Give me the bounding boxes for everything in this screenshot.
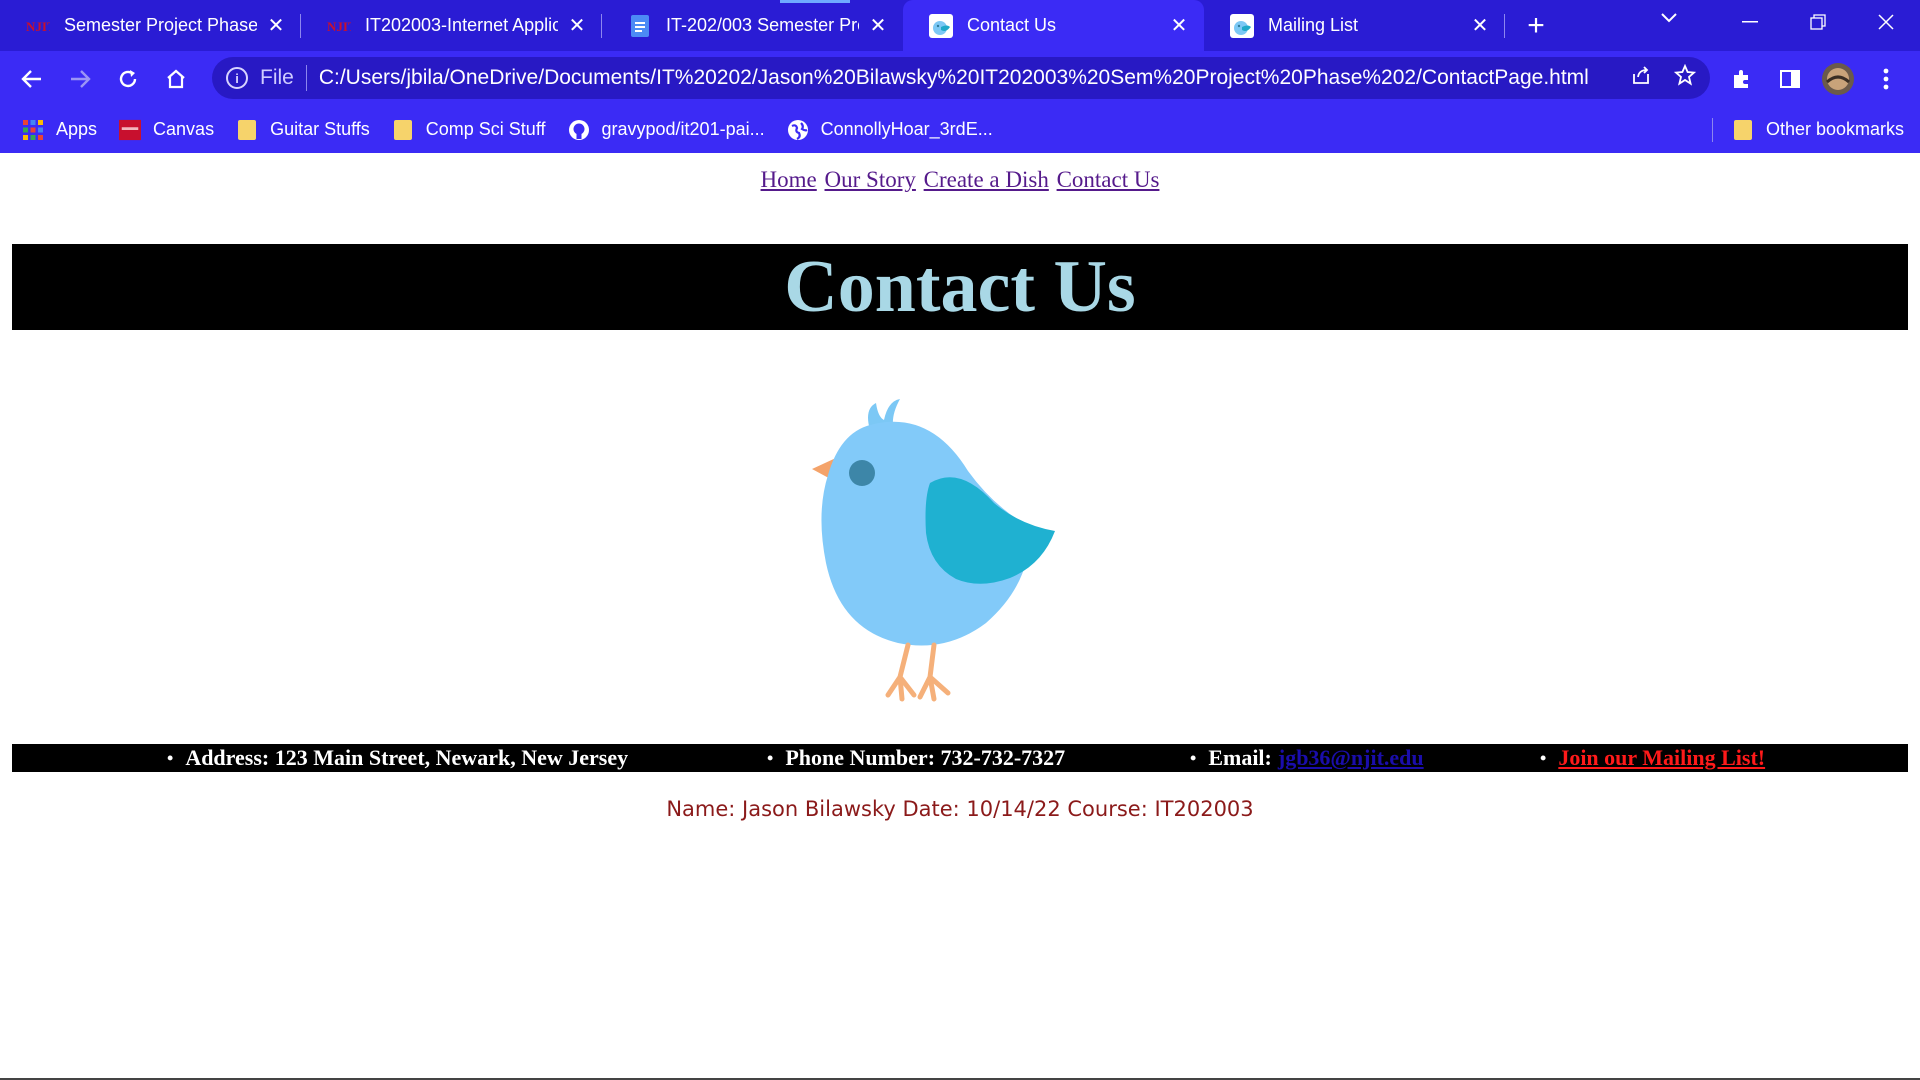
star-icon[interactable] (1673, 63, 1697, 92)
tab-title: IT202003-Internet Applica (365, 15, 558, 35)
tab-it202-semester-project-doc[interactable]: IT-202/003 Semester Proj ✕ (602, 0, 903, 51)
email-item: • Email: jgb36@njit.edu (1190, 744, 1424, 772)
bookmark-gravypod[interactable]: gravypod/it201-pai... (568, 119, 765, 141)
close-icon[interactable]: ✕ (1469, 15, 1491, 37)
email-link[interactable]: jgb36@njit.edu (1278, 745, 1424, 771)
bookmark-label: ConnollyHoar_3rdE... (820, 119, 993, 139)
bookmark-apps[interactable]: Apps (22, 119, 97, 141)
contact-info-bar: • Address: 123 Main Street, Newark, New … (12, 744, 1908, 772)
avatar[interactable] (1814, 55, 1862, 103)
email-label: Email: (1208, 745, 1272, 770)
njit-icon: NJIT (26, 14, 50, 38)
tab-title: IT-202/003 Semester Proj (666, 15, 859, 35)
phone-item: • Phone Number: 732-732-7327 (767, 744, 1065, 772)
close-icon[interactable]: ✕ (867, 15, 889, 37)
menu-icon[interactable] (1862, 55, 1910, 103)
bullet: • (767, 747, 774, 768)
home-icon[interactable] (152, 55, 200, 103)
folder-icon (236, 119, 258, 141)
footer-info: Name: Jason Bilawsky Date: 10/14/22 Cour… (666, 797, 1254, 821)
nav-link-contact-us[interactable]: Contact Us (1057, 167, 1160, 192)
new-tab-button[interactable]: + (1511, 0, 1561, 51)
restore-icon[interactable] (1784, 0, 1852, 44)
bullet: • (1190, 747, 1197, 768)
tab-search-icon[interactable] (1660, 8, 1678, 29)
bookmark-label: Guitar Stuffs (270, 119, 370, 139)
bookmarks-bar: Apps Canvas Guitar Stuffs Comp Sci Stuff… (0, 106, 1920, 153)
divider (305, 65, 307, 91)
github-icon (568, 119, 590, 141)
tab-title: Mailing List (1268, 15, 1359, 35)
bird-icon (1230, 13, 1254, 38)
address-item: • Address: 123 Main Street, Newark, New … (167, 744, 628, 772)
info-icon[interactable]: i (226, 67, 248, 89)
bird-icon (929, 13, 953, 38)
extensions-icon[interactable] (1718, 55, 1766, 103)
bookmark-folder-comp-sci-stuff[interactable]: Comp Sci Stuff (392, 119, 546, 141)
tab-mailing-list[interactable]: Mailing List ✕ (1204, 0, 1505, 51)
svg-text:NJIT: NJIT (26, 19, 50, 34)
tab-strip: NJIT Semester Project Phase 2 ✕ NJIT IT2… (0, 0, 1920, 51)
bookmark-canvas[interactable]: Canvas (119, 119, 214, 141)
page-title-banner: Contact Us (12, 244, 1908, 330)
address-bar[interactable]: i File C:/Users/jbila/OneDrive/Documents… (212, 57, 1710, 99)
tab-it202003-internet-applications[interactable]: NJIT IT202003-Internet Applica ✕ (301, 0, 602, 51)
globe-icon (787, 119, 809, 141)
bookmark-connollyhoar[interactable]: ConnollyHoar_3rdE... (787, 119, 993, 141)
mailing-list-link[interactable]: Join our Mailing List! (1558, 745, 1765, 771)
tab-title: Semester Project Phase 2 (64, 15, 257, 35)
minimize-icon[interactable] (1716, 0, 1784, 44)
mailing-list-item: • Join our Mailing List! (1540, 744, 1765, 772)
bullet: • (167, 747, 174, 768)
close-icon[interactable]: ✕ (566, 15, 588, 37)
reload-icon[interactable] (104, 55, 152, 103)
njit-icon: NJIT (327, 14, 351, 38)
phone-text: Phone Number: 732-732-7327 (785, 745, 1066, 770)
nav-link-our-story[interactable]: Our Story (825, 167, 916, 192)
svg-text:NJIT: NJIT (327, 19, 351, 34)
address-text: Address: 123 Main Street, Newark, New Je… (185, 745, 629, 770)
bookmark-label: Comp Sci Stuff (425, 119, 546, 139)
close-window-icon[interactable] (1852, 0, 1920, 44)
tab-contact-us[interactable]: Contact Us ✕ (903, 0, 1204, 51)
tab-title: Contact Us (967, 15, 1057, 35)
docs-icon (628, 14, 652, 38)
url-text[interactable]: C:/Users/jbila/OneDrive/Documents/IT%202… (319, 66, 1589, 90)
folder-icon (1732, 119, 1754, 141)
bullet: • (1540, 747, 1547, 768)
forward-arrow-icon[interactable] (56, 55, 104, 103)
bookmark-label: Canvas (153, 119, 215, 139)
window-controls (1716, 0, 1920, 44)
bird-illustration (812, 399, 1055, 702)
bookmark-label: Other bookmarks (1765, 119, 1904, 139)
browser-toolbar: i File C:/Users/jbila/OneDrive/Documents… (0, 51, 1920, 106)
bookmark-label: gravypod/it201-pai... (601, 119, 765, 139)
nav-link-home[interactable]: Home (761, 167, 817, 192)
web-page: Home Our Story Create a Dish Contact Us … (0, 153, 1920, 1080)
close-icon[interactable]: ✕ (1168, 15, 1190, 37)
tab-semester-project-phase-2[interactable]: NJIT Semester Project Phase 2 ✕ (0, 0, 301, 51)
share-icon[interactable] (1630, 64, 1652, 92)
page-title: Contact Us (784, 245, 1136, 328)
back-arrow-icon[interactable] (8, 55, 56, 103)
url-scheme: File (260, 66, 294, 89)
njit-icon (119, 119, 142, 141)
apps-grid-icon (22, 119, 44, 141)
bookmark-label: Apps (56, 119, 98, 139)
folder-icon (392, 119, 414, 141)
side-panel-icon[interactable] (1766, 55, 1814, 103)
site-nav: Home Our Story Create a Dish Contact Us (0, 167, 1920, 193)
bookmark-folder-guitar-stuffs[interactable]: Guitar Stuffs (236, 119, 370, 141)
omnibox-actions (1630, 63, 1697, 92)
bookmark-other-bookmarks[interactable]: Other bookmarks (1711, 106, 1904, 153)
nav-link-create-a-dish[interactable]: Create a Dish (924, 167, 1049, 192)
tab-separator (1504, 14, 1505, 38)
close-icon[interactable]: ✕ (265, 15, 287, 37)
